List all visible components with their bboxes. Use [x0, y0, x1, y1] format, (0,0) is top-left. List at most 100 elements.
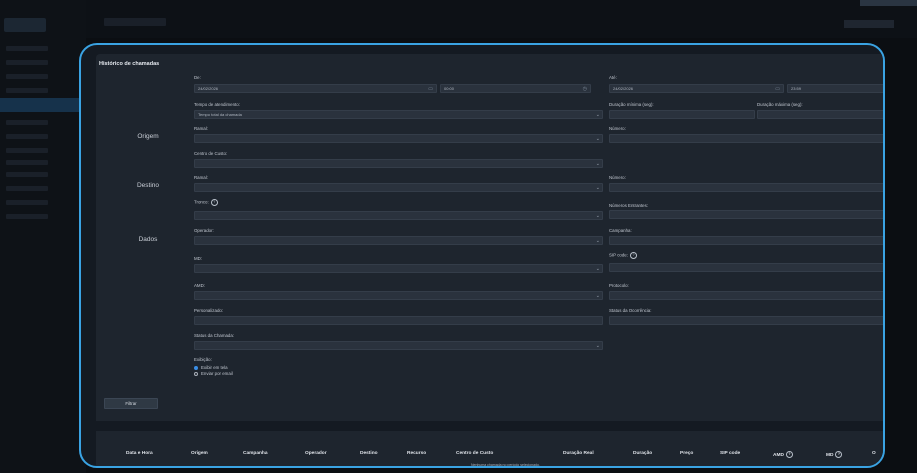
protocolo-input[interactable]: [609, 291, 883, 300]
chevron-down-icon: ⌄: [595, 161, 600, 167]
col-destino[interactable]: Destino: [360, 451, 378, 456]
origem-ramal-select[interactable]: ⌄: [194, 134, 603, 143]
chevron-down-icon: ⌄: [595, 266, 600, 272]
col-centro-custo[interactable]: Centro de Custo: [456, 451, 493, 456]
sidebar-item: [6, 120, 48, 125]
chevron-down-icon: ⌄: [595, 136, 600, 142]
sidebar-item: [6, 200, 48, 205]
col-md[interactable]: MD?: [826, 451, 843, 458]
background-sidebar: [0, 0, 86, 473]
chevron-down-icon: ⌄: [595, 112, 600, 118]
status-chamada-select[interactable]: ⌄: [194, 341, 603, 350]
col-origem[interactable]: Origem: [191, 451, 208, 456]
tempo-select[interactable]: Tempo total da chamada ⌄: [194, 110, 603, 119]
entrantes-label: Números Entrantes:: [609, 203, 649, 208]
sidebar-item: [6, 160, 48, 165]
sidebar-item: [6, 172, 48, 177]
clock-icon[interactable]: ◷: [583, 85, 587, 92]
tronco-label: Tronco:?: [194, 199, 218, 206]
sidebar-item: [6, 60, 48, 65]
sip-label-text: SIP code:: [609, 252, 628, 258]
ate-date-input[interactable]: 24/02/2026 ▭: [609, 84, 784, 93]
col-campanha[interactable]: Campanha: [243, 451, 268, 456]
sidebar-item: [6, 214, 48, 219]
highlight-frame: Histórico de chamadas Origem Destino Dad…: [79, 43, 885, 468]
chevron-down-icon: ⌄: [595, 213, 600, 219]
help-icon[interactable]: ?: [210, 199, 218, 206]
tronco-select[interactable]: ⌄: [194, 211, 603, 220]
background-user-menu: [844, 20, 894, 28]
destino-ramal-select[interactable]: ⌄: [194, 183, 603, 192]
personalizado-input[interactable]: [194, 316, 603, 325]
col-duracao-real[interactable]: Duração Real: [563, 451, 594, 456]
de-time-value: 00:00: [444, 86, 455, 91]
col-md-text: MD: [826, 452, 834, 458]
help-icon[interactable]: ?: [835, 451, 843, 458]
col-duracao[interactable]: Duração: [633, 451, 652, 456]
ate-time-input[interactable]: 23:59: [787, 84, 883, 93]
dur-max-input[interactable]: [757, 110, 883, 119]
help-icon[interactable]: ?: [785, 451, 793, 458]
entrantes-input[interactable]: [609, 210, 883, 219]
chevron-down-icon: ⌄: [595, 238, 600, 244]
enviar-email-radio[interactable]: [194, 372, 198, 376]
empty-message: Nenhuma chamada no período selecionado.: [471, 463, 540, 467]
centro-select[interactable]: ⌄: [194, 159, 603, 168]
de-date-input[interactable]: 24/02/2026 ▭: [194, 84, 437, 93]
status-chamada-label: Status da Chamada:: [194, 333, 235, 338]
sip-input[interactable]: [609, 263, 883, 272]
sidebar-item-active: [0, 98, 86, 112]
operador-select[interactable]: ⌄: [194, 236, 603, 245]
campanha-input[interactable]: [609, 236, 883, 245]
origem-ramal-label: Ramal:: [194, 126, 208, 131]
de-date-value: 24/02/2026: [198, 86, 219, 91]
sip-label: SIP code:?: [609, 252, 637, 259]
de-time-input[interactable]: 00:00 ◷: [440, 84, 591, 93]
ate-time-value: 23:59: [791, 86, 802, 91]
help-icon[interactable]: ?: [629, 252, 637, 259]
section-destino: Destino: [136, 182, 160, 189]
panel-title: Histórico de chamadas: [99, 61, 160, 67]
chevron-down-icon: ⌄: [595, 343, 600, 349]
exibicao-label: Exibição:: [194, 357, 212, 362]
col-recurso[interactable]: Recurso: [407, 451, 426, 456]
sidebar-item: [6, 186, 48, 191]
md-label: MD:: [194, 256, 203, 261]
sidebar-item: [6, 134, 48, 139]
amd-select[interactable]: ⌄: [194, 291, 603, 300]
sidebar-item: [6, 74, 48, 79]
destino-numero-label: Número:: [609, 175, 626, 180]
col-preco[interactable]: Preço: [680, 451, 693, 456]
col-amd[interactable]: AMD?: [773, 451, 793, 458]
status-ocorrencia-label: Status da Ocorrência:: [609, 308, 652, 313]
de-label: De:: [194, 75, 201, 80]
filter-panel: Histórico de chamadas Origem Destino Dad…: [96, 54, 883, 421]
operador-label: Operador:: [194, 228, 214, 233]
calendar-icon[interactable]: ▭: [775, 85, 780, 92]
app-logo: [4, 18, 46, 32]
calendar-icon[interactable]: ▭: [428, 85, 433, 92]
tempo-label: Tempo de atendimento:: [194, 102, 240, 107]
destino-numero-input[interactable]: [609, 183, 883, 192]
col-data-hora[interactable]: Data e Hora: [126, 451, 153, 456]
md-select[interactable]: ⌄: [194, 264, 603, 273]
col-operador[interactable]: Operador: [305, 451, 327, 456]
results-table: Data e Hora Origem Campanha Operador Des…: [96, 431, 883, 467]
personalizado-label: Personalizado:: [194, 308, 224, 313]
campanha-label: Campanha:: [609, 228, 632, 233]
origem-numero-input[interactable]: [609, 134, 883, 143]
col-overflow[interactable]: O: [872, 451, 876, 456]
sidebar-item: [6, 88, 48, 93]
centro-label: Centro de Custo:: [194, 151, 228, 156]
dur-min-input[interactable]: [609, 110, 755, 119]
dur-max-label: Duração máxima (seg):: [757, 102, 803, 107]
background-page-title: [104, 18, 166, 26]
status-ocorrencia-input[interactable]: [609, 316, 883, 325]
filter-button[interactable]: Filtrar: [104, 398, 158, 409]
col-sip-code[interactable]: SIP code: [720, 451, 740, 456]
col-amd-text: AMD: [773, 452, 784, 458]
dur-min-label: Duração mínima (seg):: [609, 102, 654, 107]
sidebar-item: [6, 46, 48, 51]
origem-numero-label: Número:: [609, 126, 626, 131]
exibir-tela-radio[interactable]: [194, 366, 198, 370]
